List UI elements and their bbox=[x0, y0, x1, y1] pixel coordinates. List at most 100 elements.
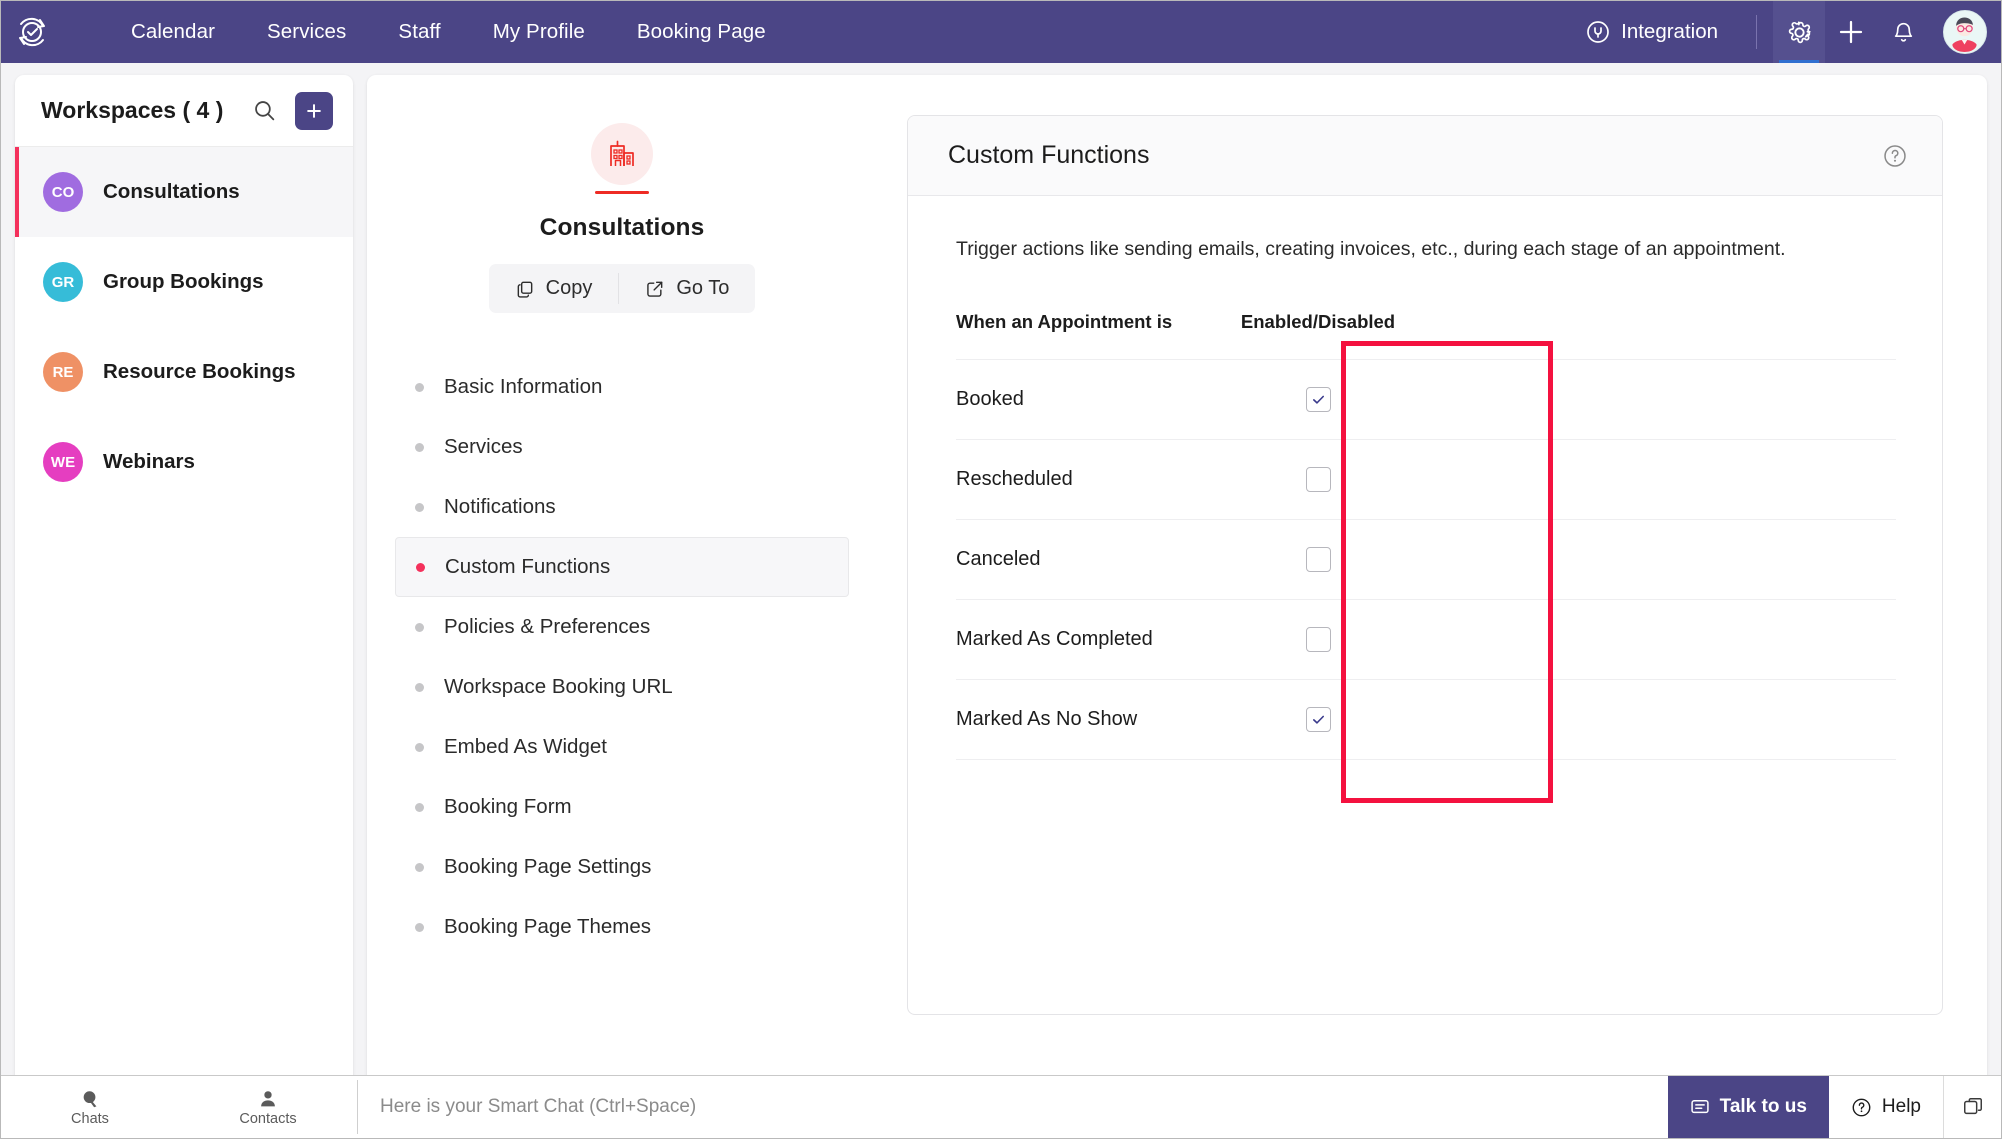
workspaces-header: Workspaces ( 4 ) bbox=[15, 75, 353, 147]
zoho-bookings-logo-icon bbox=[19, 17, 45, 47]
row-label: Canceled bbox=[956, 519, 1234, 600]
sidebar-item-group-bookings[interactable]: GR Group Bookings bbox=[15, 237, 353, 327]
nav-item-policies-preferences[interactable]: Policies & Preferences bbox=[395, 597, 849, 657]
nav-item-notifications[interactable]: Notifications bbox=[395, 477, 849, 537]
nav-item-services[interactable]: Services bbox=[395, 417, 849, 477]
nav-item-workspace-booking-url[interactable]: Workspace Booking URL bbox=[395, 657, 849, 717]
app-logo[interactable] bbox=[1, 1, 63, 63]
workspaces-title: Workspaces ( 4 ) bbox=[41, 97, 224, 123]
gear-icon bbox=[1788, 20, 1811, 43]
bullet-icon bbox=[415, 442, 424, 452]
table-row: Rescheduled bbox=[956, 439, 1896, 520]
bullet-icon bbox=[415, 382, 424, 392]
sidebar-item-resource-bookings[interactable]: RE Resource Bookings bbox=[15, 327, 353, 417]
nav-item-basic-information[interactable]: Basic Information bbox=[395, 357, 849, 417]
nav-link-booking-page[interactable]: Booking Page bbox=[611, 1, 792, 63]
enabled-checkbox[interactable] bbox=[1305, 627, 1331, 652]
bullet-icon bbox=[415, 682, 424, 692]
copy-button[interactable]: Copy bbox=[489, 264, 619, 313]
workspaces-search-button[interactable] bbox=[252, 98, 277, 123]
question-circle-icon bbox=[1852, 1098, 1871, 1116]
enabled-checkbox[interactable] bbox=[1305, 467, 1331, 492]
nav-item-label: Custom Functions bbox=[445, 555, 611, 578]
row-label: Marked As Completed bbox=[956, 599, 1234, 680]
workspace-avatar: RE bbox=[43, 352, 83, 392]
table-row: Booked bbox=[956, 359, 1896, 440]
smart-chat-input[interactable]: Here is your Smart Chat (Ctrl+Space) bbox=[358, 1076, 1668, 1138]
nav-item-booking-form[interactable]: Booking Form bbox=[395, 777, 849, 837]
nav-item-booking-page-themes[interactable]: Booking Page Themes bbox=[395, 897, 849, 957]
smart-chat-placeholder: Here is your Smart Chat (Ctrl+Space) bbox=[380, 1096, 697, 1117]
window-toggle-button[interactable] bbox=[1943, 1076, 2001, 1138]
row-toggle-cell bbox=[1234, 679, 1402, 760]
user-avatar-icon bbox=[1944, 11, 1985, 52]
nav-divider bbox=[1756, 15, 1757, 49]
table-row: Canceled bbox=[956, 519, 1896, 600]
nav-item-embed-as-widget[interactable]: Embed As Widget bbox=[395, 717, 849, 777]
sidebar-item-label: Group Bookings bbox=[103, 270, 264, 293]
nav-item-booking-page-settings[interactable]: Booking Page Settings bbox=[395, 837, 849, 897]
workspaces-list: CO Consultations GR Group Bookings RE Re… bbox=[15, 147, 353, 507]
enabled-checkbox[interactable] bbox=[1305, 387, 1331, 412]
plus-icon bbox=[1839, 20, 1863, 44]
add-workspace-button[interactable] bbox=[295, 91, 333, 130]
nav-item-custom-functions[interactable]: Custom Functions bbox=[395, 537, 849, 597]
sidebar-item-consultations[interactable]: CO Consultations bbox=[15, 147, 353, 237]
row-toggle-cell bbox=[1234, 359, 1402, 440]
table-row: Marked As Completed bbox=[956, 599, 1896, 680]
help-button[interactable]: Help bbox=[1829, 1076, 1943, 1138]
nav-item-label: Basic Information bbox=[444, 375, 603, 398]
notifications-button[interactable] bbox=[1877, 1, 1929, 63]
sidebar-item-label: Resource Bookings bbox=[103, 360, 296, 383]
talk-to-us-button[interactable]: Talk to us bbox=[1667, 1076, 1829, 1138]
goto-button[interactable]: Go To bbox=[619, 264, 755, 313]
workspace-avatar: GR bbox=[43, 262, 83, 302]
contacts-tab[interactable]: Contacts bbox=[179, 1076, 357, 1138]
app-window: Calendar Services Staff My Profile Booki… bbox=[0, 0, 2002, 1139]
nav-item-label: Services bbox=[444, 435, 523, 458]
person-icon bbox=[261, 1090, 275, 1106]
check-icon bbox=[1312, 395, 1324, 404]
plug-icon bbox=[1587, 21, 1609, 43]
enabled-checkbox[interactable] bbox=[1305, 547, 1331, 572]
nav-link-calendar[interactable]: Calendar bbox=[105, 1, 241, 63]
workspace-icon bbox=[591, 123, 653, 185]
plus-icon bbox=[307, 103, 321, 118]
row-spacer bbox=[1402, 679, 1896, 760]
workspace-settings-nav: Basic Information Services Notifications… bbox=[367, 357, 877, 957]
integration-button[interactable]: Integration bbox=[1564, 20, 1740, 44]
custom-functions-panel: Custom Functions Trigger actions like se… bbox=[907, 115, 1943, 1015]
chats-label: Chats bbox=[71, 1110, 109, 1127]
bullet-icon bbox=[415, 862, 424, 872]
chats-tab[interactable]: Chats bbox=[1, 1076, 179, 1138]
goto-label: Go To bbox=[676, 277, 730, 299]
add-button[interactable] bbox=[1825, 1, 1877, 63]
nav-link-staff[interactable]: Staff bbox=[372, 1, 466, 63]
bullet-icon bbox=[415, 622, 424, 632]
check-icon bbox=[1312, 715, 1324, 724]
sidebar-item-webinars[interactable]: WE Webinars bbox=[15, 417, 353, 507]
panel-help-button[interactable] bbox=[1882, 143, 1908, 169]
workspace-actions: Copy Go To bbox=[488, 264, 756, 313]
bullet-icon bbox=[416, 562, 425, 572]
nav-link-services[interactable]: Services bbox=[241, 1, 372, 63]
bullet-icon bbox=[415, 742, 424, 752]
external-link-icon bbox=[647, 281, 663, 297]
nav-item-label: Policies & Preferences bbox=[444, 615, 651, 638]
integration-label: Integration bbox=[1621, 20, 1718, 43]
office-building-icon bbox=[610, 140, 634, 166]
settings-button[interactable] bbox=[1773, 1, 1825, 63]
workspace-avatar: WE bbox=[43, 442, 83, 482]
row-spacer bbox=[1402, 519, 1896, 600]
enabled-checkbox[interactable] bbox=[1305, 707, 1331, 732]
nav-item-label: Booking Page Themes bbox=[444, 915, 652, 938]
nav-item-label: Booking Page Settings bbox=[444, 855, 652, 878]
sidebar-item-label: Consultations bbox=[103, 180, 240, 203]
row-label: Booked bbox=[956, 359, 1234, 440]
nav-item-label: Notifications bbox=[444, 495, 556, 518]
nav-link-my-profile[interactable]: My Profile bbox=[467, 1, 611, 63]
workspace-name: Consultations bbox=[539, 214, 705, 241]
avatar[interactable] bbox=[1943, 10, 1987, 54]
bullet-icon bbox=[415, 502, 424, 512]
copy-icon bbox=[517, 281, 533, 298]
